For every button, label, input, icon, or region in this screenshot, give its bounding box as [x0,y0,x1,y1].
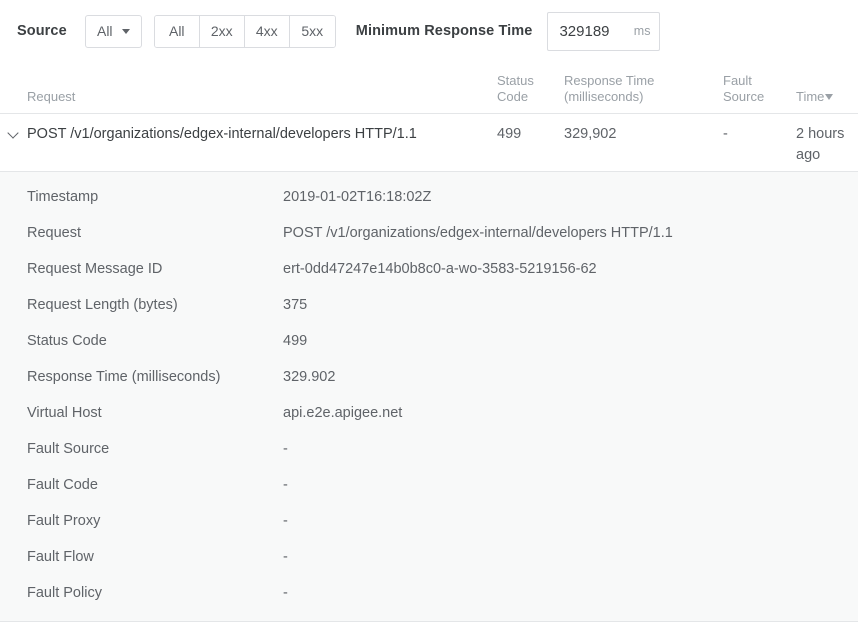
detail-row-fault-proxy: Fault Proxy - [0,503,858,539]
cell-fault-source: - [723,124,796,145]
detail-label-request: Request [0,215,283,251]
row-expand-toggle[interactable] [0,124,27,139]
detail-row-status-code: Status Code 499 [0,323,858,359]
cell-time: 2 hours ago [796,124,858,166]
detail-label-timestamp: Timestamp [0,179,283,215]
detail-row-request: Request POST /v1/organizations/edgex-int… [0,215,858,251]
status-filter-all[interactable]: All [155,16,200,47]
detail-row-fault-source: Fault Source - [0,431,858,467]
minimum-response-time-input[interactable] [559,23,629,40]
column-header-response-time-line1: Response Time [564,73,723,89]
requests-table: Request Status Code Response Time (milli… [0,62,858,622]
detail-label-request-length: Request Length (bytes) [0,287,283,323]
status-filter-4xx-label: 4xx [256,23,278,39]
detail-row-timestamp: Timestamp 2019-01-02T16:18:02Z [0,179,858,215]
detail-value-fault-source: - [283,431,288,467]
detail-value-response-time: 329.902 [283,359,335,395]
column-header-fault-source-line2: Source [723,89,796,105]
status-filter-2xx-label: 2xx [211,23,233,39]
status-filter-5xx-label: 5xx [301,23,323,39]
detail-value-fault-proxy: - [283,503,288,539]
column-header-status-code[interactable]: Status Code [497,73,564,105]
sort-descending-icon [825,94,833,100]
column-header-status-code-line1: Status [497,73,564,89]
cell-response-time: 329,902 [564,124,723,145]
detail-row-fault-flow: Fault Flow - [0,539,858,575]
detail-label-request-message-id: Request Message ID [0,251,283,287]
column-header-fault-source-line1: Fault [723,73,796,89]
detail-value-request: POST /v1/organizations/edgex-internal/de… [283,215,673,251]
detail-value-request-length: 375 [283,287,307,323]
detail-label-fault-code: Fault Code [0,467,283,503]
table-header-row: Request Status Code Response Time (milli… [0,62,858,114]
detail-label-virtual-host: Virtual Host [0,395,283,431]
source-dropdown-value: All [97,23,113,39]
status-filter-2xx[interactable]: 2xx [200,16,245,47]
column-header-status-code-line2: Code [497,89,564,105]
detail-label-response-time: Response Time (milliseconds) [0,359,283,395]
column-header-response-time[interactable]: Response Time (milliseconds) [564,73,723,105]
detail-row-response-time: Response Time (milliseconds) 329.902 [0,359,858,395]
milliseconds-unit-label: ms [634,24,651,38]
detail-value-status-code: 499 [283,323,307,359]
cell-status-code: 499 [497,124,564,145]
request-detail-panel: Timestamp 2019-01-02T16:18:02Z Request P… [0,172,858,622]
detail-value-fault-policy: - [283,575,288,611]
detail-label-fault-source: Fault Source [0,431,283,467]
cell-request: POST /v1/organizations/edgex-internal/de… [27,124,497,145]
detail-label-fault-flow: Fault Flow [0,539,283,575]
detail-label-status-code: Status Code [0,323,283,359]
status-filter-5xx[interactable]: 5xx [290,16,335,47]
detail-row-fault-code: Fault Code - [0,467,858,503]
source-dropdown[interactable]: All [85,15,142,48]
detail-row-request-message-id: Request Message ID ert-0dd47247e14b0b8c0… [0,251,858,287]
detail-label-fault-policy: Fault Policy [0,575,283,611]
detail-label-fault-proxy: Fault Proxy [0,503,283,539]
column-header-time[interactable]: Time [796,89,858,105]
minimum-response-time-label: Minimum Response Time [356,23,533,39]
column-header-request[interactable]: Request [27,89,497,105]
column-header-time-label: Time [796,89,824,104]
detail-row-fault-policy: Fault Policy - [0,575,858,611]
caret-down-icon [122,29,130,34]
column-header-fault-source[interactable]: Fault Source [723,73,796,105]
status-filter-all-label: All [169,23,185,39]
table-row[interactable]: POST /v1/organizations/edgex-internal/de… [0,114,858,172]
chevron-down-icon [8,128,19,139]
detail-row-virtual-host: Virtual Host api.e2e.apigee.net [0,395,858,431]
detail-value-fault-code: - [283,467,288,503]
detail-row-request-length: Request Length (bytes) 375 [0,287,858,323]
detail-value-timestamp: 2019-01-02T16:18:02Z [283,179,431,215]
minimum-response-time-field[interactable]: ms [547,12,660,51]
source-label: Source [17,23,67,39]
status-filter-4xx[interactable]: 4xx [245,16,290,47]
column-header-response-time-line2: (milliseconds) [564,89,723,105]
detail-value-fault-flow: - [283,539,288,575]
detail-value-request-message-id: ert-0dd47247e14b0b8c0-a-wo-3583-5219156-… [283,251,597,287]
detail-value-virtual-host: api.e2e.apigee.net [283,395,402,431]
filter-toolbar: Source All All 2xx 4xx 5xx Minimum Respo… [0,0,858,62]
status-code-filter-group: All 2xx 4xx 5xx [154,15,336,48]
